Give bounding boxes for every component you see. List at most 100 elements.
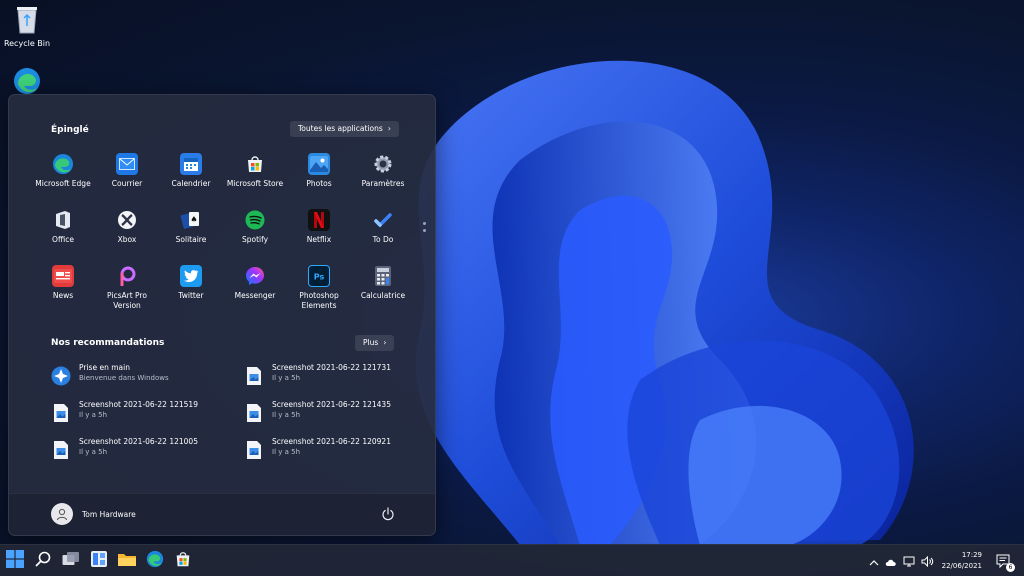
system-tray: 17:29 22/06/2021 6: [869, 545, 1024, 576]
twitter-icon: [180, 265, 202, 287]
recycle-bin-shortcut[interactable]: Recycle Bin: [2, 4, 52, 48]
start-menu: Épinglé Toutes les applications › Micros…: [8, 94, 436, 536]
image-file-icon: [51, 440, 71, 460]
tray-icons: [869, 552, 934, 571]
edge-icon: [52, 153, 74, 175]
pinned-app-xbox[interactable]: Xbox: [95, 207, 159, 263]
task-view-icon: [62, 551, 80, 571]
widgets-icon: [91, 551, 107, 571]
folder-icon: [118, 551, 136, 571]
app-label: Microsoft Store: [226, 179, 284, 188]
all-apps-button[interactable]: Toutes les applications ›: [290, 121, 399, 137]
network-icon[interactable]: [903, 552, 915, 571]
app-label: Twitter: [178, 291, 204, 300]
pinned-app-solitaire[interactable]: ♠ Solitaire: [159, 207, 223, 263]
pinned-app-edge[interactable]: Microsoft Edge: [31, 151, 95, 207]
user-name: Tom Hardware: [82, 509, 136, 519]
clock[interactable]: 17:29 22/06/2021: [942, 550, 982, 572]
recommended-item-screenshot[interactable]: Screenshot 2021-06-22 120921 Il y a 5h: [244, 437, 401, 474]
more-button[interactable]: Plus ›: [355, 335, 395, 351]
recommended-item-screenshot[interactable]: Screenshot 2021-06-22 121005 Il y a 5h: [51, 437, 244, 474]
power-button[interactable]: [381, 506, 395, 525]
app-label: Calendrier: [171, 179, 211, 188]
windows-logo-icon: [6, 550, 24, 572]
recommended-title: Screenshot 2021-06-22 120921: [272, 437, 391, 446]
app-label: Xbox: [117, 235, 137, 244]
recommended-title: Screenshot 2021-06-22 121519: [79, 400, 198, 409]
recommended-title: Prise en main: [79, 363, 130, 372]
recommended-title: Screenshot 2021-06-22 121435: [272, 400, 391, 409]
recommended-item-screenshot[interactable]: Screenshot 2021-06-22 121731 Il y a 5h: [244, 363, 401, 400]
recycle-bin-icon: [2, 4, 52, 36]
recycle-bin-label: Recycle Bin: [3, 39, 51, 48]
svg-text:♠: ♠: [190, 215, 197, 224]
recommended-item-screenshot[interactable]: Screenshot 2021-06-22 121519 Il y a 5h: [51, 400, 244, 437]
task-view-button[interactable]: [61, 551, 81, 571]
recommended-subtitle: Il y a 5h: [79, 411, 108, 419]
more-label: Plus: [363, 338, 379, 347]
pinned-section-title: Épinglé: [51, 125, 89, 135]
app-label: To Do: [372, 235, 394, 244]
pinned-app-twitter[interactable]: Twitter: [159, 263, 223, 319]
app-label: Office: [52, 235, 74, 244]
start-button[interactable]: [5, 550, 25, 572]
volume-icon[interactable]: [921, 552, 934, 571]
recommended-title: Screenshot 2021-06-22 121005: [79, 437, 198, 446]
search-button[interactable]: [33, 551, 53, 571]
pinned-app-messenger[interactable]: Messenger: [223, 263, 287, 319]
recommended-subtitle: Il y a 5h: [79, 448, 108, 456]
store-icon: [244, 153, 266, 175]
chevron-up-icon[interactable]: [869, 552, 879, 571]
store-taskbar-button[interactable]: [173, 551, 193, 571]
calculator-icon: [372, 265, 394, 287]
office-icon: [52, 209, 74, 231]
pinned-app-picsart[interactable]: PicsArt Pro Version: [95, 263, 159, 319]
app-label: Courrier: [111, 179, 143, 188]
avatar: [51, 503, 73, 525]
pinned-app-office[interactable]: Office: [31, 207, 95, 263]
user-account-button[interactable]: Tom Hardware: [51, 503, 136, 525]
pinned-app-calendar[interactable]: Calendrier: [159, 151, 223, 207]
app-label: Netflix: [306, 235, 332, 244]
pinned-app-netflix[interactable]: Netflix: [287, 207, 351, 263]
clock-time: 17:29: [961, 551, 982, 559]
taskbar: 17:29 22/06/2021 6: [0, 544, 1024, 576]
app-label: Messenger: [234, 291, 276, 300]
taskbar-apps: [5, 550, 193, 572]
image-file-icon: [244, 366, 264, 386]
pinned-app-photoshop[interactable]: Ps Photoshop Elements: [287, 263, 351, 319]
chevron-right-icon: ›: [387, 124, 391, 133]
start-menu-footer: Tom Hardware: [9, 493, 435, 535]
get-started-icon: [51, 366, 71, 386]
pinned-app-news[interactable]: News: [31, 263, 95, 319]
file-explorer-button[interactable]: [117, 551, 137, 571]
pinned-apps-grid: Microsoft Edge Courrier Calendrier Micro…: [31, 151, 415, 319]
pinned-app-settings[interactable]: Paramètres: [351, 151, 415, 207]
app-label: Paramètres: [361, 179, 405, 188]
pinned-app-photos[interactable]: Photos: [287, 151, 351, 207]
gear-icon: [372, 153, 394, 175]
pinned-page-indicator[interactable]: [423, 222, 427, 236]
recommended-item-get-started[interactable]: Prise en main Bienvenue dans Windows: [51, 363, 244, 400]
news-icon: [52, 265, 74, 287]
recommended-item-screenshot[interactable]: Screenshot 2021-06-22 121435 Il y a 5h: [244, 400, 401, 437]
recommended-subtitle: Bienvenue dans Windows: [79, 374, 169, 382]
pinned-app-spotify[interactable]: Spotify: [223, 207, 287, 263]
recommended-subtitle: Il y a 5h: [272, 448, 301, 456]
pinned-app-mail[interactable]: Courrier: [95, 151, 159, 207]
messenger-icon: [244, 265, 266, 287]
search-icon: [35, 551, 51, 571]
pinned-app-store[interactable]: Microsoft Store: [223, 151, 287, 207]
photos-icon: [308, 153, 330, 175]
pinned-app-todo[interactable]: To Do: [351, 207, 415, 263]
image-file-icon: [244, 440, 264, 460]
notification-center-button[interactable]: 6: [996, 553, 1015, 572]
pinned-app-calculator[interactable]: Calculatrice: [351, 263, 415, 319]
todo-icon: [372, 209, 394, 231]
picsart-icon: [116, 265, 138, 287]
widgets-button[interactable]: [89, 551, 109, 571]
edge-taskbar-button[interactable]: [145, 550, 165, 571]
app-label: Photoshop Elements: [299, 291, 339, 310]
calendar-icon: [180, 153, 202, 175]
cloud-icon[interactable]: [885, 552, 897, 571]
